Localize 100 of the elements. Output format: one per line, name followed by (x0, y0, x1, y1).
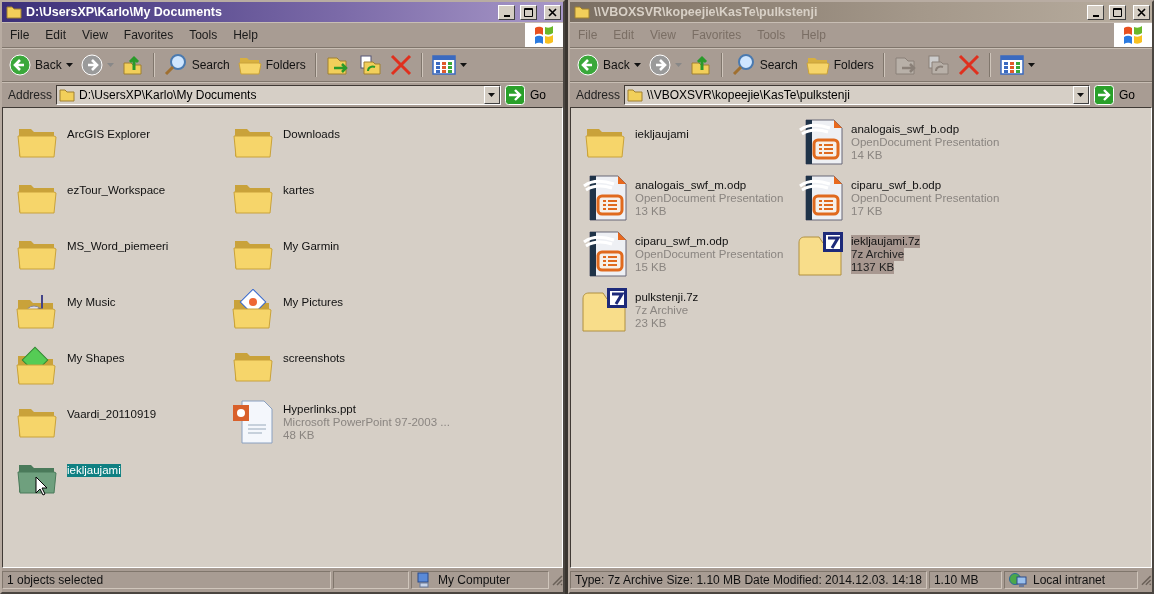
caret-icon (1027, 63, 1035, 67)
file-type: OpenDocument Presentation (635, 247, 784, 261)
menu-item[interactable]: Help (225, 28, 266, 42)
folder-arrow-icon (325, 54, 350, 76)
file-type: Microsoft PowerPoint 97-2003 ... (283, 415, 450, 429)
file-name[interactable]: ArcGIS Explorer (67, 127, 151, 141)
presentation-file-icon (582, 230, 628, 278)
caret-icon (674, 63, 682, 67)
close-button[interactable] (544, 4, 561, 20)
status-text: 1 objects selected (2, 571, 331, 589)
file-type: 7z Archive (635, 303, 689, 317)
minimize-button[interactable] (498, 4, 515, 20)
file-name[interactable]: ciparu_swf_m.odp (635, 234, 729, 248)
address-field[interactable]: D:\UsersXP\Karlo\My Documents (56, 84, 501, 105)
status-zone: Local intranet (1004, 571, 1139, 589)
folder-icon (627, 87, 644, 102)
menu-item[interactable]: Tools (181, 28, 226, 42)
file-name[interactable]: Downloads (283, 127, 340, 141)
menu-item[interactable]: Edit (37, 28, 75, 42)
flag-logo-icon (1123, 26, 1143, 44)
maximize-icon (1113, 7, 1122, 17)
folder-icon (6, 5, 22, 19)
address-label: Address (576, 87, 621, 102)
dropdown-button[interactable] (1073, 85, 1089, 104)
folder-arrow-icon (893, 54, 918, 76)
close-button[interactable] (1133, 4, 1150, 20)
status-zone: My Computer (411, 571, 549, 589)
delete-x-icon (957, 54, 980, 76)
pictures-folder-icon (232, 289, 274, 331)
maximize-button[interactable] (1109, 4, 1126, 20)
file-name[interactable]: iekljaujami (67, 463, 121, 477)
computer-icon (416, 572, 432, 588)
file-name[interactable]: iekljaujami.7z (851, 234, 921, 248)
file-name[interactable]: kartes (283, 183, 315, 197)
file-size: 14 KB (851, 148, 883, 162)
copy-folder-icon (357, 54, 382, 76)
search-button[interactable]: Search (160, 51, 233, 79)
close-icon (1137, 7, 1146, 17)
caret-icon (65, 63, 73, 67)
caret-icon (1077, 92, 1085, 97)
menu-item[interactable]: File (2, 28, 38, 42)
minimize-button[interactable] (1087, 4, 1104, 20)
address-label: Address (8, 87, 53, 102)
file-name[interactable]: Vaardi_20110919 (67, 407, 157, 421)
copy-folder-icon (925, 54, 950, 76)
close-icon (548, 7, 557, 17)
window-title: \\VBOXSVR\kopeejie\KasTe\pulkstenji (594, 5, 819, 19)
window-title: D:\UsersXP\Karlo\My Documents (26, 5, 223, 19)
file-name[interactable]: iekljaujami (635, 127, 689, 141)
views-grid-icon (431, 55, 456, 75)
address-field[interactable]: \\VBOXSVR\kopeejie\KasTe\pulkstenji (624, 84, 1090, 105)
up-folder-icon (689, 54, 712, 76)
file-type: OpenDocument Presentation (851, 135, 1000, 149)
search-button[interactable]: Search (728, 51, 801, 79)
file-name[interactable]: screenshots (283, 351, 345, 365)
file-name[interactable]: ciparu_swf_b.odp (851, 178, 942, 192)
folders-button[interactable]: Folders (802, 51, 877, 79)
folders-button[interactable]: Folders (234, 51, 309, 79)
file-name[interactable]: analogais_swf_m.odp (635, 178, 747, 192)
file-size: 15 KB (635, 260, 667, 274)
file-name[interactable]: My Pictures (283, 295, 344, 309)
resize-grip-icon (1140, 574, 1152, 586)
menu-item[interactable]: View (74, 28, 116, 42)
go-button[interactable]: Go (505, 84, 560, 105)
delete-x-icon (389, 54, 412, 76)
resize-grip-icon (551, 574, 563, 586)
maximize-button[interactable] (520, 4, 537, 20)
dropdown-button[interactable] (484, 85, 500, 104)
search-icon (731, 53, 756, 77)
minimize-icon (503, 14, 510, 17)
file-name[interactable]: analogais_swf_b.odp (851, 122, 960, 136)
file-name[interactable]: My Music (67, 295, 116, 309)
file-type: OpenDocument Presentation (851, 191, 1000, 205)
views-grid-icon (999, 55, 1024, 75)
file-name[interactable]: MS_Word_piemeeri (67, 239, 169, 253)
file-size: 23 KB (635, 316, 667, 330)
go-button[interactable]: Go (1094, 84, 1149, 105)
caret-icon (633, 63, 641, 67)
archive-file-icon (797, 231, 845, 277)
presentation-file-icon (798, 118, 844, 166)
file-name[interactable]: ezTour_Workspace (67, 183, 166, 197)
caret-icon (459, 63, 467, 67)
caret-icon (106, 63, 114, 67)
file-name[interactable]: pulkstenji.7z (635, 290, 699, 304)
presentation-file-icon (798, 174, 844, 222)
file-type: OpenDocument Presentation (635, 191, 784, 205)
flag-logo-icon (534, 26, 554, 44)
back-button[interactable]: Back (6, 51, 76, 79)
folder-icon (59, 87, 76, 102)
file-name[interactable]: Hyperlinks.ppt (283, 402, 356, 416)
archive-file-icon (581, 287, 629, 333)
globe-network-icon (1009, 572, 1027, 588)
folder-icon (574, 5, 590, 19)
back-button[interactable]: Back (574, 51, 644, 79)
file-size: 13 KB (635, 204, 667, 218)
file-name[interactable]: My Shapes (67, 351, 125, 365)
menu-item[interactable]: Favorites (115, 28, 182, 42)
status-size: 1.10 MB (928, 571, 1002, 589)
file-name[interactable]: My Garmin (283, 239, 340, 253)
caret-icon (488, 92, 496, 97)
